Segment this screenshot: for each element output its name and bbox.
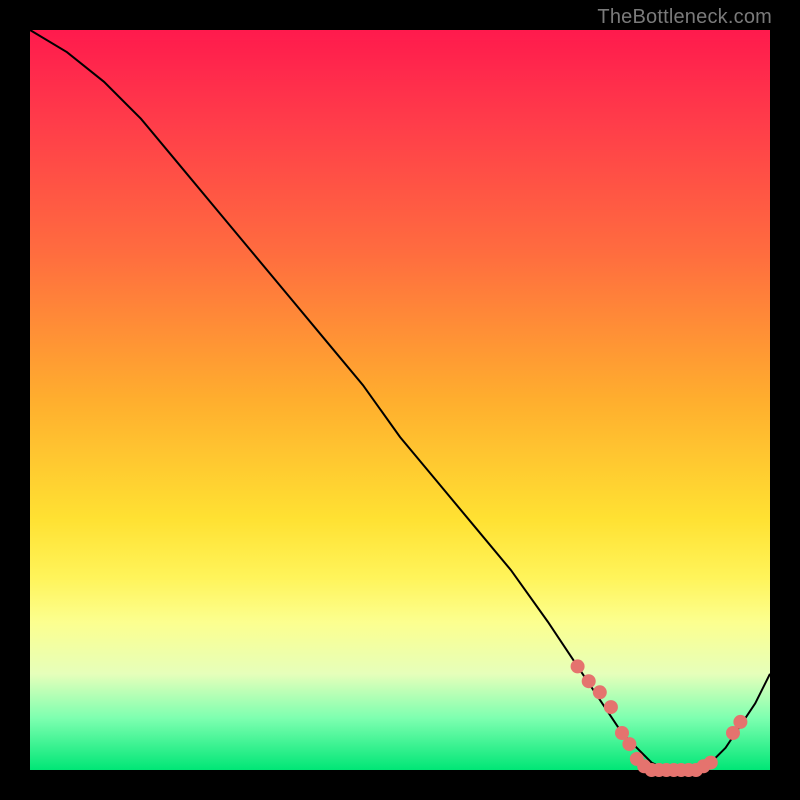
bottleneck-curve — [30, 30, 770, 770]
watermark-text: TheBottleneck.com — [597, 6, 772, 29]
curve-marker — [582, 674, 596, 688]
curve-marker — [593, 685, 607, 699]
curve-marker — [704, 756, 718, 770]
curve-marker — [571, 659, 585, 673]
curve-markers — [571, 659, 748, 777]
curve-marker — [622, 737, 636, 751]
curve-marker — [604, 700, 618, 714]
plot-area — [30, 30, 770, 770]
curve-marker — [733, 715, 747, 729]
chart-svg — [30, 30, 770, 770]
chart-frame: TheBottleneck.com — [0, 0, 800, 800]
